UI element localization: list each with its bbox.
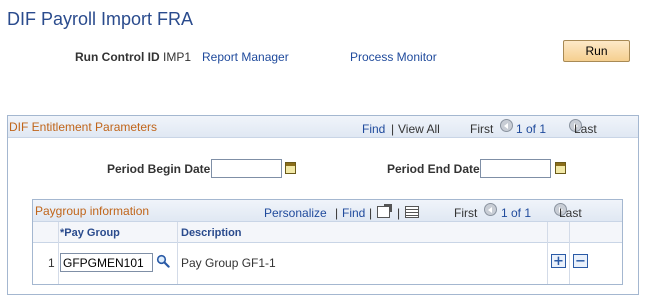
first-label: First <box>454 206 478 220</box>
run-control-label: Run Control ID <box>75 50 160 64</box>
view-all-label: View All <box>398 122 440 136</box>
zoom-icon[interactable] <box>377 204 392 218</box>
run-button[interactable]: Run <box>563 40 630 62</box>
period-end-date-label: Period End Date <box>387 162 480 176</box>
search-icon[interactable] <box>156 254 170 271</box>
separator: | <box>369 206 373 220</box>
find-link[interactable]: Find <box>342 206 365 220</box>
first-label: First <box>470 122 494 136</box>
download-grid-icon[interactable] <box>405 206 419 218</box>
divider <box>177 222 178 284</box>
process-monitor-link[interactable]: Process Monitor <box>350 50 437 64</box>
add-row-icon[interactable]: + <box>551 254 566 268</box>
pay-group-input[interactable] <box>60 253 153 272</box>
report-manager-link[interactable]: Report Manager <box>202 50 289 64</box>
column-header-pay-group[interactable]: *Pay Group <box>60 227 120 239</box>
calendar-icon[interactable] <box>285 162 296 174</box>
paygroup-grid: Paygroup information Personalize | Find … <box>32 199 623 285</box>
row-count: 1 of 1 <box>501 206 532 220</box>
find-link[interactable]: Find <box>362 122 385 136</box>
divider <box>547 222 548 284</box>
personalize-link[interactable]: Personalize <box>264 206 327 220</box>
separator: | <box>391 122 395 136</box>
last-label: Last <box>574 122 597 136</box>
prev-icon[interactable] <box>484 203 497 216</box>
delete-row-icon[interactable]: − <box>573 254 588 268</box>
separator: | <box>335 206 339 220</box>
divider <box>569 222 570 284</box>
calendar-icon[interactable] <box>555 162 566 174</box>
separator: | <box>397 206 401 220</box>
entitlement-parameters-group: DIF Entitlement Parameters Find | View A… <box>7 115 639 295</box>
entitlement-parameters-title: DIF Entitlement Parameters <box>9 120 158 134</box>
run-control-value: IMP1 <box>163 50 192 64</box>
period-begin-date-label: Period Begin Date <box>107 162 211 176</box>
period-begin-date-input[interactable] <box>211 159 282 178</box>
pay-group-description: Pay Group GF1-1 <box>181 256 276 270</box>
last-label: Last <box>559 206 582 220</box>
row-number: 1 <box>48 256 55 270</box>
prev-icon[interactable] <box>500 119 513 132</box>
paygroup-title: Paygroup information <box>35 204 150 218</box>
column-header-description[interactable]: Description <box>181 227 242 239</box>
column-header-row <box>33 222 622 243</box>
page-title: DIF Payroll Import FRA <box>7 9 194 29</box>
row-count: 1 of 1 <box>516 122 547 136</box>
divider <box>58 222 59 284</box>
period-end-date-input[interactable] <box>480 159 551 178</box>
